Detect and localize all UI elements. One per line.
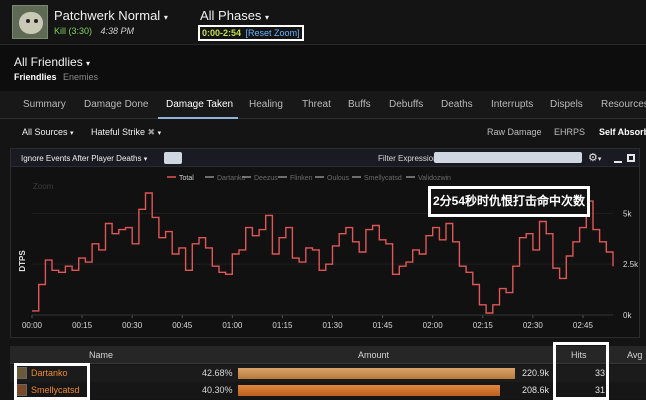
x-tick-label: 01:30 bbox=[323, 321, 344, 330]
boss-dropdown[interactable]: Patchwerk Normal ▾ bbox=[54, 8, 168, 23]
source-filter-bar: All Sources ▾ Hateful Strike ✖ ▾ Raw Dam… bbox=[0, 119, 646, 145]
self-absorbs-toggle[interactable]: Self Absorbs bbox=[599, 127, 646, 137]
damage-percent: 40.30% bbox=[202, 385, 233, 395]
y-tick-label: 0k bbox=[623, 311, 632, 320]
time-range: 0:00-2:54 bbox=[202, 28, 242, 38]
legend-entry: Oulous bbox=[327, 175, 350, 182]
x-tick-label: 02:30 bbox=[523, 321, 544, 330]
time-range-highlight: 0:00-2:54 [Reset Zoom] bbox=[198, 25, 304, 41]
name-column-header[interactable]: Name bbox=[89, 350, 113, 360]
legend-entry: Flinken bbox=[290, 175, 313, 182]
damage-amount: 220.9k bbox=[522, 368, 550, 378]
friendlies-title: All Friendlies bbox=[14, 55, 83, 69]
raw-damage-toggle[interactable]: Raw Damage bbox=[487, 127, 542, 137]
y-tick-label: 5k bbox=[623, 209, 632, 218]
tab-damage-done[interactable]: Damage Done bbox=[84, 99, 148, 110]
friendlies-option[interactable]: Friendlies bbox=[14, 72, 57, 82]
x-tick-label: 02:15 bbox=[473, 321, 494, 330]
amount-bar-fill bbox=[238, 368, 516, 379]
legend-entry: Dartanko bbox=[217, 175, 246, 182]
tab-dispels[interactable]: Dispels bbox=[550, 99, 583, 110]
amount-column-header[interactable]: Amount bbox=[358, 350, 389, 360]
legend-entry: Smellycatsd bbox=[364, 175, 402, 182]
amount-bar bbox=[238, 368, 518, 379]
zoom-label: Zoom bbox=[33, 182, 54, 191]
damage-taken-chart-panel: Ignore Events After Player Deaths ▾ Filt… bbox=[10, 148, 640, 338]
hit-count-annotation: 2分54秒时仇恨打击命中次数 bbox=[428, 186, 590, 217]
close-icon[interactable]: ✖ bbox=[148, 127, 156, 137]
tab-deaths[interactable]: Deaths bbox=[441, 99, 473, 110]
tab-damage-taken[interactable]: Damage Taken bbox=[166, 99, 233, 110]
friendlies-dropdown[interactable]: All Friendlies ▾ bbox=[14, 55, 90, 69]
sources-dropdown[interactable]: All Sources ▾ bbox=[22, 127, 74, 137]
x-tick-label: 02:45 bbox=[573, 321, 594, 330]
x-tick-label: 01:00 bbox=[222, 321, 243, 330]
y-tick-label: 2.5k bbox=[623, 260, 639, 269]
chevron-down-icon: ▾ bbox=[86, 59, 91, 68]
tab-buffs[interactable]: Buffs bbox=[348, 99, 371, 110]
x-tick-label: 01:15 bbox=[272, 321, 293, 330]
ability-label: Hateful Strike bbox=[91, 127, 146, 137]
table-row[interactable]: Dartanko 42.68% 220.9k 33 bbox=[10, 365, 646, 382]
encounter-header: Patchwerk Normal ▾ Kill (3:30) 4:38 PM A… bbox=[0, 0, 646, 44]
kill-status: Kill (3:30) bbox=[54, 26, 93, 36]
damage-amount: 208.6k bbox=[522, 385, 550, 395]
boss-eye-left bbox=[26, 19, 30, 23]
avg-column-header[interactable]: Avg bbox=[627, 350, 642, 360]
sources-label: All Sources bbox=[22, 127, 68, 137]
amount-bar bbox=[238, 385, 518, 396]
tab-debuffs[interactable]: Debuffs bbox=[389, 99, 423, 110]
chevron-down-icon: ▾ bbox=[163, 13, 168, 22]
x-tick-label: 00:45 bbox=[172, 321, 193, 330]
boss-eye-right bbox=[34, 19, 38, 23]
chevron-down-icon: ▾ bbox=[265, 13, 270, 22]
filter-options: Friendlies Enemies bbox=[14, 72, 98, 82]
legend-entry: Deezus bbox=[254, 175, 278, 182]
chevron-down-icon: ▾ bbox=[70, 130, 74, 137]
player-name-highlight bbox=[14, 363, 90, 400]
ability-dropdown[interactable]: Hateful Strike ✖ ▾ bbox=[91, 127, 161, 138]
dtps-line-chart[interactable]: Zoom Total Dartanko Deezus Flinken Oulous Smel… bbox=[11, 149, 641, 339]
boss-face-icon bbox=[19, 12, 43, 34]
tab-healing[interactable]: Healing bbox=[249, 99, 283, 110]
tab-interrupts[interactable]: Interrupts bbox=[491, 99, 533, 110]
y-axis-label: DTPS bbox=[18, 250, 27, 272]
enemies-option[interactable]: Enemies bbox=[63, 72, 98, 82]
legend-entry: Total bbox=[179, 175, 194, 182]
tab-threat[interactable]: Threat bbox=[302, 99, 331, 110]
kill-info: Kill (3:30) 4:38 PM bbox=[54, 26, 134, 36]
boss-name: Patchwerk Normal bbox=[54, 8, 161, 23]
friendlies-filter: All Friendlies ▾ Friendlies Enemies bbox=[0, 45, 646, 91]
x-tick-label: 01:45 bbox=[373, 321, 394, 330]
hits-column-highlight bbox=[553, 342, 609, 400]
tab-summary[interactable]: Summary bbox=[23, 99, 66, 110]
amount-bar-fill bbox=[238, 385, 500, 396]
kill-timestamp: 4:38 PM bbox=[100, 26, 135, 36]
report-tabs: Summary Damage Done Damage Taken Healing… bbox=[0, 91, 646, 119]
table-row[interactable]: Smellycatsd 40.30% 208.6k 31 bbox=[10, 382, 646, 399]
damage-percent: 42.68% bbox=[202, 368, 233, 378]
x-tick-label: 00:15 bbox=[72, 321, 93, 330]
x-tick-label: 00:00 bbox=[22, 321, 43, 330]
x-tick-label: 02:00 bbox=[423, 321, 444, 330]
x-tick-label: 00:30 bbox=[122, 321, 143, 330]
table-header: Name Amount Hits Avg bbox=[10, 346, 646, 364]
phases-dropdown[interactable]: All Phases ▾ bbox=[200, 8, 269, 23]
reset-zoom-link[interactable]: [Reset Zoom] bbox=[246, 28, 300, 38]
tab-resources[interactable]: Resources bbox=[601, 99, 646, 110]
legend-entry: Validozwin bbox=[418, 175, 451, 182]
chevron-down-icon: ▾ bbox=[157, 130, 162, 137]
phases-label: All Phases bbox=[200, 8, 262, 23]
boss-portrait bbox=[12, 5, 48, 39]
ehrps-toggle[interactable]: EHRPS bbox=[554, 127, 585, 137]
